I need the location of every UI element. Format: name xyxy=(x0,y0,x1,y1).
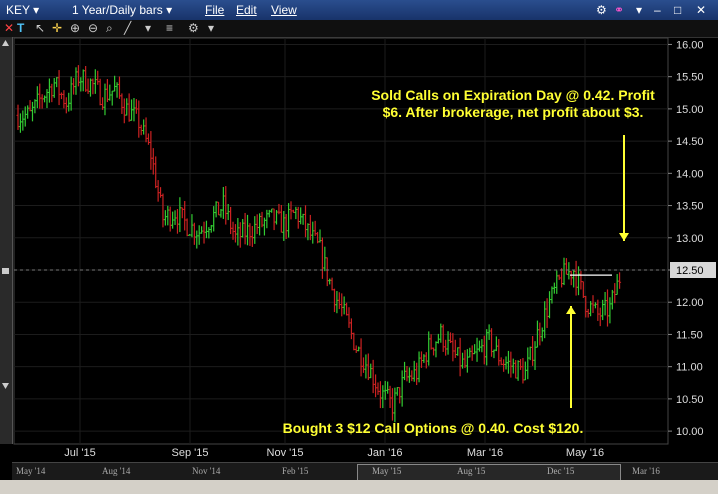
y-tick-label: 14.50 xyxy=(676,136,704,148)
y-tick-label: 11.50 xyxy=(676,329,703,341)
timeline-label: Feb '15 xyxy=(282,466,309,476)
x-tick-label: Sep '15 xyxy=(172,447,209,459)
x-tick-label: Jan '16 xyxy=(367,447,402,459)
y-tick-label: 10.50 xyxy=(676,394,704,406)
scroll-down-icon xyxy=(2,383,9,389)
x-tick-label: May '16 xyxy=(566,447,604,459)
y-tick-label: 15.50 xyxy=(676,72,704,84)
scroll-up-icon xyxy=(2,40,9,46)
y-tick-label: 12.00 xyxy=(676,297,704,309)
y-tick-label: 13.50 xyxy=(676,201,704,213)
y-tick-label: 11.00 xyxy=(676,362,703,374)
timeline-label: May '14 xyxy=(16,466,46,476)
timeline-label: Nov '14 xyxy=(192,466,221,476)
y-tick-label: 14.00 xyxy=(676,168,704,180)
x-tick-label: Nov '15 xyxy=(267,447,304,459)
y-tick-label: 15.00 xyxy=(676,104,704,116)
timeline-window[interactable] xyxy=(357,464,621,481)
bought-calls-annotation: Bought 3 $12 Call Options @ 0.40. Cost $… xyxy=(282,420,584,436)
timeline-label: Aug '14 xyxy=(102,466,131,476)
current-price-label: 12.50 xyxy=(676,265,704,277)
y-tick-label: 13.00 xyxy=(676,233,704,245)
bottom-scrollbar[interactable] xyxy=(0,480,718,494)
y-tick-label: 10.00 xyxy=(676,426,704,438)
x-tick-label: Jul '15 xyxy=(64,447,95,459)
timeline-label: Mar '16 xyxy=(632,466,660,476)
scale-handle xyxy=(2,268,9,274)
x-tick-label: Mar '16 xyxy=(467,447,503,459)
y-tick-label: 16.00 xyxy=(676,39,704,51)
timeline-navigator[interactable]: May '14 Aug '14 Nov '14 Feb '15 May '15 Aug '… xyxy=(12,462,718,481)
sold-calls-annotation: Sold Calls on Expiration Day @ 0.42. Pro… xyxy=(371,87,655,120)
